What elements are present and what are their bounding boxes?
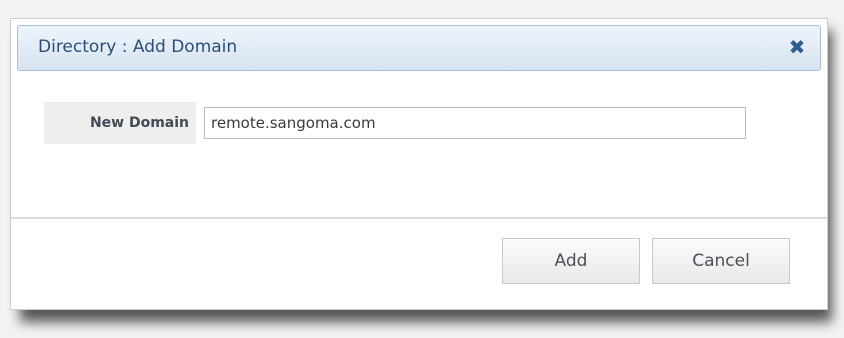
dialog-title: Directory : Add Domain bbox=[38, 37, 238, 57]
cancel-button[interactable]: Cancel bbox=[652, 238, 790, 284]
add-button[interactable]: Add bbox=[502, 238, 640, 284]
close-icon[interactable]: ✖ bbox=[786, 36, 808, 58]
new-domain-label: New Domain bbox=[44, 102, 196, 144]
new-domain-input[interactable] bbox=[204, 107, 746, 139]
dialog-titlebar[interactable]: Directory : Add Domain ✖ bbox=[17, 25, 821, 71]
footer-divider bbox=[11, 217, 827, 219]
add-domain-dialog: Directory : Add Domain ✖ New Domain Add … bbox=[10, 18, 828, 310]
